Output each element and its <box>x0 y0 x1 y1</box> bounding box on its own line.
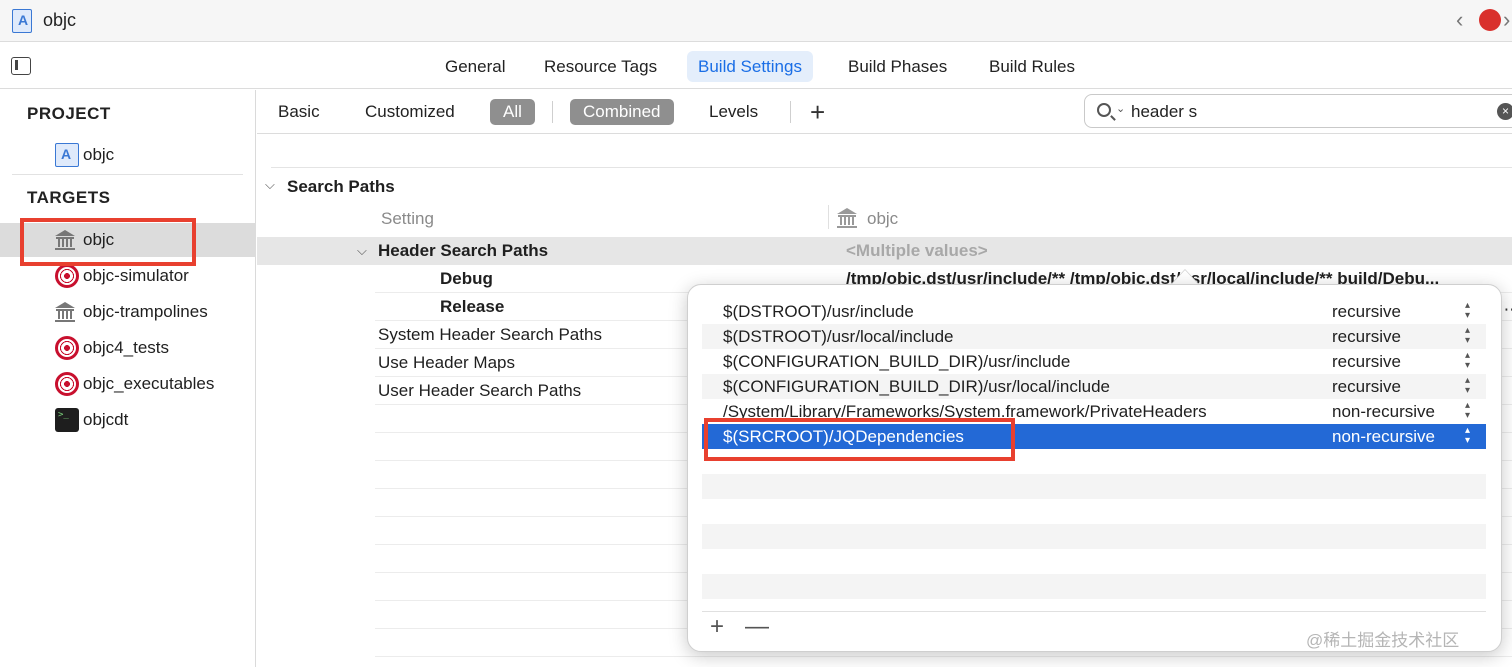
filter-customized-button[interactable]: Customized <box>352 99 468 125</box>
list-item <box>702 574 1486 599</box>
sidebar-item-project-objc[interactable]: objc <box>0 138 256 172</box>
build-settings-filter-bar: Basic Customized All Combined Levels + ⌄… <box>257 90 1512 134</box>
setting-value[interactable]: <Multiple values> <box>846 241 988 261</box>
stepper-icon[interactable]: ▴ ▾ <box>1465 376 1470 396</box>
section-title[interactable]: Search Paths <box>287 177 395 197</box>
tab-build-settings[interactable]: Build Settings <box>687 51 813 82</box>
add-setting-button[interactable]: + <box>810 97 825 127</box>
search-field[interactable]: ⌄ × <box>1084 94 1512 128</box>
list-item[interactable]: $(CONFIGURATION_BUILD_DIR)/usr/local/inc… <box>702 374 1486 399</box>
path-value[interactable]: $(DSTROOT)/usr/local/include <box>723 327 954 347</box>
view-levels-button[interactable]: Levels <box>696 99 771 125</box>
chevron-down-icon[interactable]: ⌵ <box>265 177 275 193</box>
close-icon[interactable] <box>1479 9 1501 31</box>
recursion-select[interactable]: non-recursive <box>1332 402 1435 422</box>
sidebar-item-target-objc4-tests[interactable]: objc4_tests <box>0 331 256 365</box>
stepper-icon[interactable]: ▴ ▾ <box>1465 351 1470 371</box>
chevron-down-icon[interactable]: ⌄ <box>1116 102 1125 115</box>
sidebar-item-label: objc <box>83 145 115 164</box>
search-icon <box>1097 103 1111 117</box>
list-item[interactable]: $(CONFIGURATION_BUILD_DIR)/usr/include r… <box>702 349 1486 374</box>
recursion-select[interactable]: recursive <box>1332 327 1401 347</box>
target-icon <box>55 264 79 288</box>
stepper-icon[interactable]: ▴ ▾ <box>1465 326 1470 346</box>
setting-row-header-search-paths[interactable]: ⌵ Header Search Paths <Multiple values> <box>257 237 1512 265</box>
remove-path-button[interactable]: — <box>745 612 769 642</box>
chevron-right-icon[interactable]: › <box>1503 7 1510 33</box>
sidebar-item-label: objc-trampolines <box>83 302 208 321</box>
tab-resource-tags[interactable]: Resource Tags <box>533 51 668 82</box>
list-item[interactable]: $(DSTROOT)/usr/include recursive ▴ ▾ <box>702 299 1486 324</box>
view-combined-button[interactable]: Combined <box>570 99 674 125</box>
setting-name: Use Header Maps <box>378 353 516 372</box>
column-header-target: objc <box>867 209 899 228</box>
project-navigator: PROJECT objc TARGETS objc objc-simulator… <box>0 90 256 667</box>
annotation-highlight-box <box>20 218 196 266</box>
path-value[interactable]: $(DSTROOT)/usr/include <box>723 302 914 322</box>
divider <box>552 101 553 123</box>
divider <box>828 205 829 229</box>
sidebar-toggle-icon[interactable] <box>11 57 31 75</box>
recursion-select[interactable]: recursive <box>1332 352 1401 372</box>
sidebar-item-label: objcdt <box>83 410 129 429</box>
setting-name: System Header Search Paths <box>378 325 602 344</box>
filter-basic-button[interactable]: Basic <box>265 99 333 125</box>
recursion-select[interactable]: non-recursive <box>1332 427 1435 447</box>
divider <box>12 174 243 175</box>
target-icon <box>55 372 79 396</box>
sidebar-item-target-objc-trampolines[interactable]: objc-trampolines <box>0 295 256 329</box>
title-bar: objc ‹ › <box>0 0 1512 42</box>
tab-general[interactable]: General <box>434 51 516 82</box>
search-input[interactable] <box>1131 100 1491 124</box>
sidebar-item-target-objc-executables[interactable]: objc_executables <box>0 367 256 401</box>
tab-build-phases[interactable]: Build Phases <box>837 51 958 82</box>
watermark: @稀土掘金技术社区 <box>1306 631 1460 650</box>
setting-name: Header Search Paths <box>378 241 549 260</box>
divider <box>790 101 791 123</box>
sidebar-item-label: objc_executables <box>83 374 215 393</box>
chevron-down-icon[interactable]: ⌵ <box>357 243 367 259</box>
tab-build-rules[interactable]: Build Rules <box>978 51 1086 82</box>
path-value[interactable]: $(CONFIGURATION_BUILD_DIR)/usr/local/inc… <box>723 377 1110 397</box>
setting-name: User Header Search Paths <box>378 381 582 400</box>
divider <box>271 167 1512 168</box>
list-item[interactable]: $(DSTROOT)/usr/local/include recursive ▴… <box>702 324 1486 349</box>
recursion-select[interactable]: recursive <box>1332 302 1401 322</box>
bank-icon <box>55 302 75 322</box>
setting-name: Release <box>440 297 505 316</box>
filter-all-button[interactable]: All <box>490 99 535 125</box>
popover-arrow <box>1171 270 1199 285</box>
targets-header: TARGETS <box>27 188 111 207</box>
stepper-icon[interactable]: ▴ ▾ <box>1465 401 1470 421</box>
path-list-popover: $(DSTROOT)/usr/include recursive ▴ ▾ $(DS… <box>687 284 1502 652</box>
annotation-highlight-box <box>704 418 1015 461</box>
list-item <box>702 474 1486 499</box>
setting-name: Debug <box>440 269 493 288</box>
terminal-icon <box>55 408 79 432</box>
project-file-icon <box>12 9 32 33</box>
stepper-icon[interactable]: ▴ ▾ <box>1465 426 1470 446</box>
project-icon <box>55 143 79 167</box>
sidebar-item-label: objc-simulator <box>83 266 189 285</box>
column-header-setting: Setting <box>381 209 434 228</box>
project-header: PROJECT <box>27 104 111 123</box>
list-item <box>702 524 1486 549</box>
editor-tab-bar: General Resource Tags Build Settings Bui… <box>0 43 1512 89</box>
recursion-select[interactable]: recursive <box>1332 377 1401 397</box>
stepper-icon[interactable]: ▴ ▾ <box>1465 301 1470 321</box>
chevron-left-icon[interactable]: ‹ <box>1456 7 1463 33</box>
path-value[interactable]: $(CONFIGURATION_BUILD_DIR)/usr/include <box>723 352 1070 372</box>
sidebar-item-target-objcdt[interactable]: objcdt <box>0 403 256 437</box>
bank-icon <box>837 208 857 228</box>
target-icon <box>55 336 79 360</box>
clear-search-icon[interactable]: × <box>1497 103 1512 120</box>
add-path-button[interactable]: + <box>710 612 724 642</box>
sidebar-item-label: objc4_tests <box>83 338 169 357</box>
window-title: objc <box>43 10 77 30</box>
